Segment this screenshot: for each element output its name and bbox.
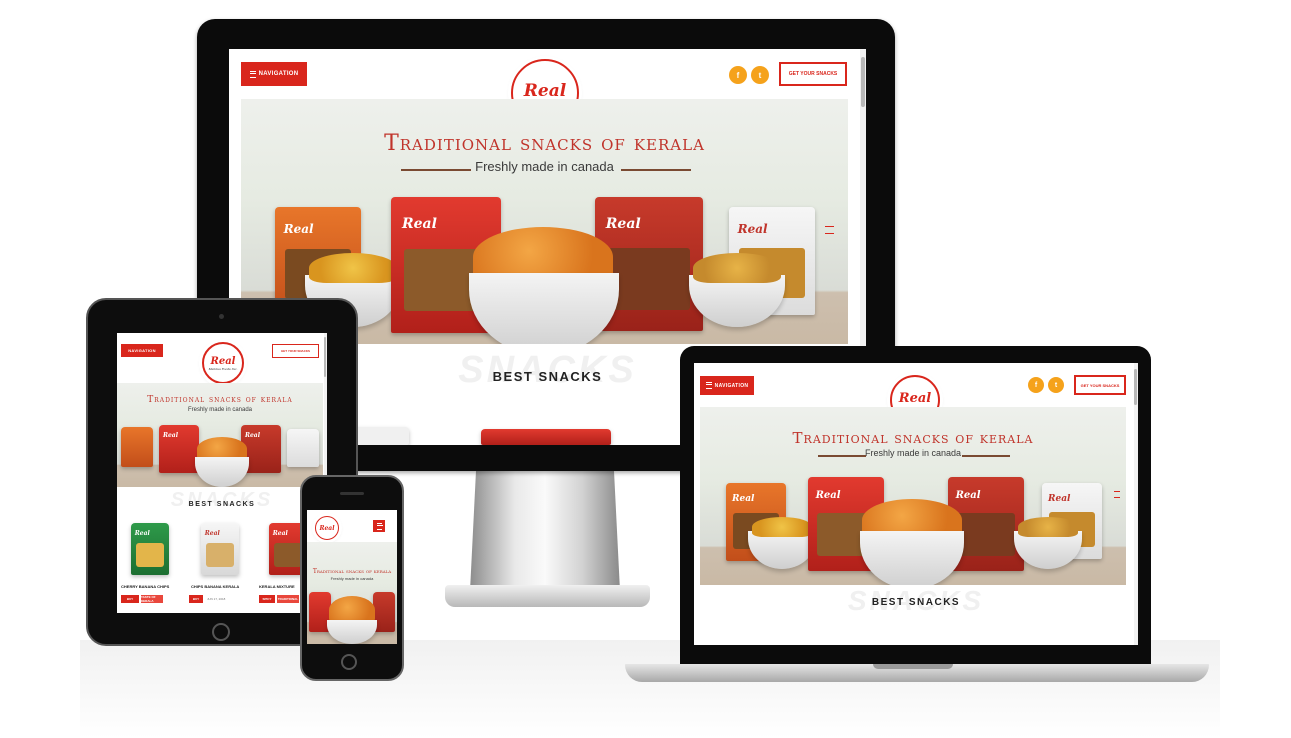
brand-logo[interactable]: Real Mennus Foods Inc.	[202, 342, 244, 384]
tablet-screen: NAVIGATION Real Mennus Foods Inc. GET YO…	[117, 333, 327, 613]
monitor-stand-base	[445, 585, 650, 607]
section-title: BEST SNACKS	[188, 501, 256, 508]
hero-title: Traditional snacks of kerala	[792, 429, 1034, 447]
menu-icon	[705, 382, 712, 389]
product-image[interactable]: Real	[131, 523, 169, 575]
product-tag: TASTE OF KERALA	[141, 595, 163, 603]
product-button[interactable]: SPICY	[259, 595, 275, 603]
page-scrollbar[interactable]	[1134, 363, 1138, 645]
hero-title: Traditional snacks of kerala	[312, 568, 392, 575]
product-name[interactable]: CHIPS BANANA KERALA	[191, 584, 239, 589]
decor-swirl-right	[621, 169, 691, 171]
phone-speaker	[340, 492, 364, 495]
website-laptop: NAVIGATION Real Mennus Foods Inc. f t GE…	[694, 363, 1138, 645]
snack-bowl-center	[469, 273, 619, 344]
phone-home-button	[341, 654, 357, 670]
hero-subtitle: Freshly made in canada	[330, 576, 374, 581]
brand-logo[interactable]: Real	[315, 516, 339, 540]
hero-title: Traditional snacks of kerala	[147, 395, 293, 405]
phone-screen: Real Traditional snacks of kerala Freshl…	[307, 510, 397, 644]
product-name[interactable]: KERALA MIXTURE	[259, 584, 295, 589]
monitor-stand-neck	[470, 471, 620, 591]
hero-subtitle: Freshly made in canada	[475, 159, 614, 174]
tablet-camera	[219, 314, 224, 319]
slider-control[interactable]	[1114, 497, 1120, 498]
slider-control[interactable]	[825, 226, 834, 227]
product-button[interactable]: BUY	[189, 595, 203, 603]
twitter-icon[interactable]: t	[1048, 377, 1064, 393]
hero-subtitle: Freshly made in canada	[864, 448, 962, 458]
get-snacks-button[interactable]: GET YOUR SNACKS	[1074, 375, 1126, 395]
laptop-screen: NAVIGATION Real Mennus Foods Inc. f t GE…	[694, 363, 1138, 645]
product-tag: TRADITIONAL	[277, 595, 299, 603]
hero-banner: Traditional snacks of kerala Freshly mad…	[117, 383, 323, 487]
twitter-icon[interactable]: t	[751, 66, 769, 84]
navigation-button[interactable]: NAVIGATION	[241, 62, 307, 86]
product-date: JUN 17, 2018	[207, 597, 226, 601]
hero-subtitle: Freshly made in canada	[187, 407, 253, 413]
website-mobile: Real Traditional snacks of kerala Freshl…	[307, 510, 397, 644]
facebook-icon[interactable]: f	[729, 66, 747, 84]
website-tablet: NAVIGATION Real Mennus Foods Inc. GET YO…	[117, 333, 327, 613]
navigation-button[interactable]: NAVIGATION	[121, 344, 163, 357]
product-button[interactable]: BUY	[121, 595, 139, 603]
hero-title: Traditional snacks of kerala	[384, 131, 705, 156]
slider-control[interactable]	[1114, 491, 1120, 492]
product-name[interactable]: CHERRY BANANA CHIPS	[121, 584, 169, 589]
tablet-home-button	[212, 623, 230, 641]
hero-banner: Traditional snacks of kerala Freshly mad…	[700, 407, 1126, 585]
section-title: BEST SNACKS	[871, 597, 961, 608]
get-snacks-button[interactable]: GET YOUR SNACKS	[272, 344, 319, 358]
get-snacks-button[interactable]: GET YOUR SNACKS	[779, 62, 847, 86]
product-image[interactable]: Real	[201, 523, 239, 575]
menu-icon[interactable]	[373, 520, 385, 532]
facebook-icon[interactable]: f	[1028, 377, 1044, 393]
laptop-notch	[873, 664, 953, 669]
hero-banner: Traditional snacks of kerala Freshly mad…	[307, 542, 397, 644]
navigation-button[interactable]: NAVIGATION	[700, 376, 754, 395]
menu-icon	[249, 70, 256, 78]
slider-control[interactable]	[825, 233, 834, 234]
